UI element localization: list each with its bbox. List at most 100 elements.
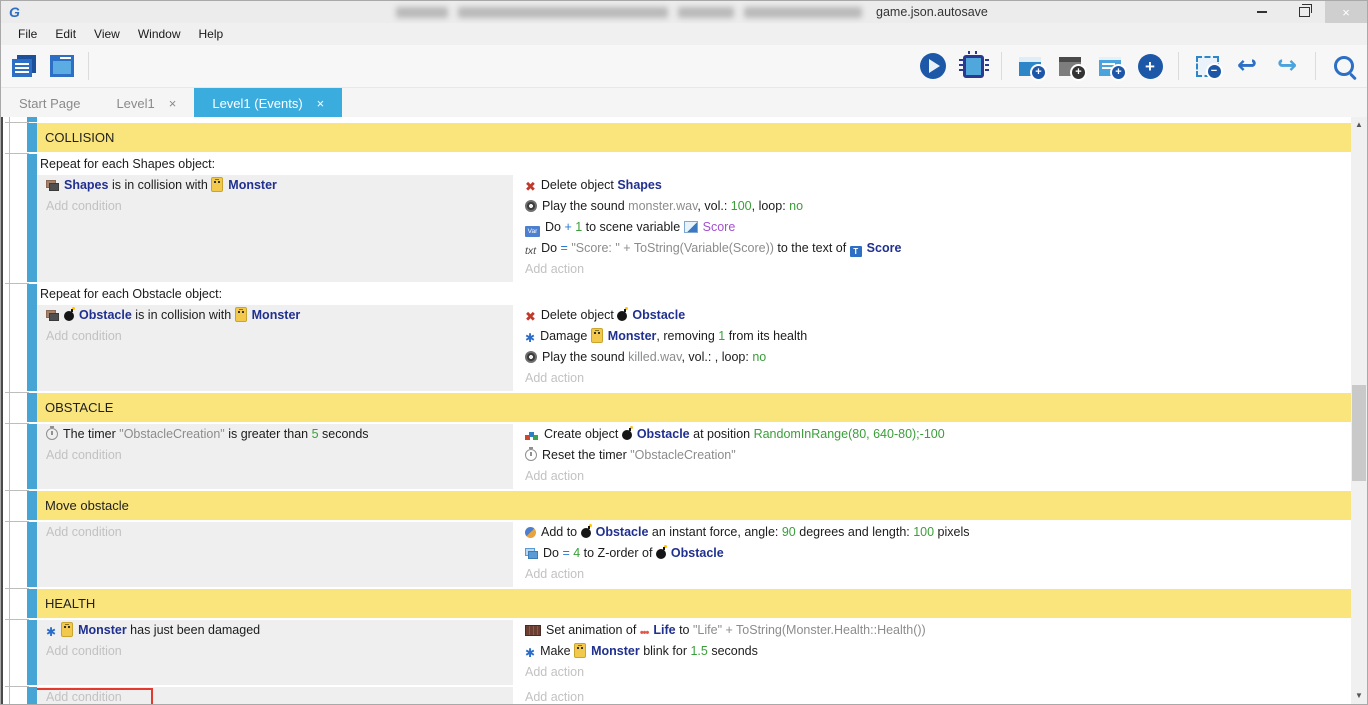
add-event-button[interactable]: + bbox=[1015, 51, 1045, 81]
action-line[interactable]: Delete object Shapes bbox=[519, 175, 1351, 196]
group-title: Move obstacle bbox=[37, 498, 129, 513]
blurred-path-segment bbox=[744, 7, 862, 18]
tab-level1[interactable]: Level1× bbox=[98, 88, 194, 118]
conditions-cell: The timer "ObstacleCreation" is greater … bbox=[37, 424, 513, 489]
condition-line[interactable]: Shapes is in collision with Monster bbox=[37, 175, 513, 196]
action-line[interactable]: Reset the timer "ObstacleCreation" bbox=[519, 445, 1351, 466]
action-line[interactable]: Add to Obstacle an instant force, angle:… bbox=[519, 522, 1351, 543]
tab-start-page[interactable]: Start Page bbox=[1, 88, 98, 118]
debug-button[interactable] bbox=[958, 51, 988, 81]
text-segment: Score bbox=[703, 220, 736, 234]
event-group-header[interactable]: COLLISION bbox=[37, 123, 1351, 152]
actions-cell: Add action bbox=[519, 687, 1351, 704]
text-segment: Shapes bbox=[617, 178, 661, 192]
close-icon: × bbox=[1342, 6, 1350, 19]
project-manager-button[interactable] bbox=[9, 51, 39, 81]
add-condition-button[interactable]: Add condition bbox=[37, 687, 513, 704]
text-segment: = bbox=[562, 546, 573, 560]
action-line[interactable]: Delete object Obstacle bbox=[519, 305, 1351, 326]
add-condition-button[interactable]: Add condition bbox=[37, 445, 513, 466]
menu-edit[interactable]: Edit bbox=[46, 24, 85, 44]
menu-view[interactable]: View bbox=[85, 24, 129, 44]
text-segment: blink for bbox=[640, 644, 691, 658]
text-segment: an instant force, angle: bbox=[648, 525, 781, 539]
title-bar: G game.json.autosave × bbox=[1, 1, 1367, 23]
add-more-button[interactable]: + bbox=[1135, 51, 1165, 81]
event-group-header[interactable]: Move obstacle bbox=[37, 491, 1351, 520]
action-line[interactable]: Damage Monster, removing 1 from its heal… bbox=[519, 326, 1351, 347]
group-title: COLLISION bbox=[37, 130, 114, 145]
action-line[interactable]: Do = "Score: " + ToString(Variable(Score… bbox=[519, 238, 1351, 259]
text-segment: Create object bbox=[544, 427, 622, 441]
text-segment: no bbox=[752, 350, 766, 364]
text-segment: 100 bbox=[913, 525, 934, 539]
action-line[interactable]: Do + 1 to scene variable Score bbox=[519, 217, 1351, 238]
preview-play-button[interactable] bbox=[918, 51, 948, 81]
text-segment: Delete object bbox=[541, 308, 617, 322]
tab-level1-events[interactable]: Level1 (Events) × bbox=[194, 88, 342, 118]
restore-button[interactable] bbox=[1283, 1, 1325, 23]
undo-button[interactable]: ↩ bbox=[1232, 51, 1262, 81]
menu-help[interactable]: Help bbox=[190, 24, 233, 44]
bomb-icon bbox=[581, 528, 591, 538]
delete-selection-button[interactable]: − bbox=[1192, 51, 1222, 81]
add-subevent-button[interactable]: + bbox=[1055, 51, 1085, 81]
action-line[interactable]: Create object Obstacle at position Rando… bbox=[519, 424, 1351, 445]
action-line[interactable]: Play the sound monster.wav, vol.: 100, l… bbox=[519, 196, 1351, 217]
text-segment: , vol.: bbox=[697, 199, 730, 213]
tab-close-icon[interactable]: × bbox=[169, 96, 177, 111]
actions-cell: Set animation of Life to "Life" + ToStri… bbox=[519, 620, 1351, 685]
text-segment: Reset the timer bbox=[542, 448, 630, 462]
app-window: G game.json.autosave × File Edit View Wi… bbox=[0, 0, 1368, 705]
text-segment: Do bbox=[541, 241, 560, 255]
add-action-button[interactable]: Add action bbox=[519, 368, 1351, 389]
action-line[interactable]: Make Monster blink for 1.5 seconds bbox=[519, 641, 1351, 662]
add-action-button[interactable]: Add action bbox=[519, 687, 1351, 704]
scene-window-button[interactable] bbox=[47, 51, 77, 81]
add-condition-button[interactable]: Add condition bbox=[37, 326, 513, 347]
text-segment: Delete object bbox=[541, 178, 617, 192]
timer-icon bbox=[46, 428, 58, 440]
group-title: HEALTH bbox=[37, 596, 95, 611]
add-circle-icon: + bbox=[1138, 54, 1163, 79]
condition-line[interactable]: The timer "ObstacleCreation" is greater … bbox=[37, 424, 513, 445]
add-condition-button[interactable]: Add condition bbox=[37, 196, 513, 217]
add-action-button[interactable]: Add action bbox=[519, 466, 1351, 487]
repeat-header[interactable]: Repeat for each Obstacle object: bbox=[37, 284, 1351, 305]
delete-icon bbox=[525, 176, 536, 196]
text-segment: "ObstacleCreation" bbox=[119, 427, 224, 441]
toolbar-separator bbox=[1315, 52, 1316, 80]
action-line[interactable]: Set animation of Life to "Life" + ToStri… bbox=[519, 620, 1351, 641]
blurred-path-segment bbox=[396, 7, 448, 18]
minimize-button[interactable] bbox=[1241, 1, 1283, 23]
event-row: The timer "ObstacleCreation" is greater … bbox=[37, 424, 1351, 489]
tab-close-icon[interactable]: × bbox=[317, 96, 325, 111]
vertical-scrollbar[interactable]: ▲ ▼ bbox=[1351, 117, 1367, 704]
action-line[interactable]: Play the sound killed.wav, vol.: , loop:… bbox=[519, 347, 1351, 368]
redo-button[interactable]: ↪ bbox=[1272, 51, 1302, 81]
scroll-down-arrow-icon[interactable]: ▼ bbox=[1351, 688, 1367, 704]
variable-icon bbox=[525, 226, 540, 237]
condition-line[interactable]: Obstacle is in collision with Monster bbox=[37, 305, 513, 326]
scrollbar-thumb[interactable] bbox=[1352, 385, 1366, 481]
event-group-header[interactable]: HEALTH bbox=[37, 589, 1351, 618]
add-action-button[interactable]: Add action bbox=[519, 564, 1351, 585]
menu-window[interactable]: Window bbox=[129, 24, 190, 44]
action-line[interactable]: Do = 4 to Z-order of Obstacle bbox=[519, 543, 1351, 564]
add-action-button[interactable]: Add action bbox=[519, 259, 1351, 280]
event-group-header[interactable]: OBSTACLE bbox=[37, 393, 1351, 422]
menu-file[interactable]: File bbox=[9, 24, 46, 44]
search-button[interactable] bbox=[1329, 51, 1359, 81]
add-action-button[interactable]: Add action bbox=[519, 662, 1351, 683]
add-comment-button[interactable]: + bbox=[1095, 51, 1125, 81]
restore-icon bbox=[1299, 7, 1310, 17]
add-condition-button[interactable]: Add condition bbox=[37, 522, 513, 543]
repeat-header[interactable]: Repeat for each Shapes object: bbox=[37, 154, 1351, 175]
scroll-up-arrow-icon[interactable]: ▲ bbox=[1351, 117, 1367, 133]
add-condition-button[interactable]: Add condition bbox=[37, 641, 513, 662]
close-button[interactable]: × bbox=[1325, 1, 1367, 23]
text-segment: is greater than bbox=[225, 427, 312, 441]
condition-line[interactable]: Monster has just been damaged bbox=[37, 620, 513, 641]
tab-label: Level1 (Events) bbox=[212, 96, 302, 111]
monster-icon bbox=[235, 307, 247, 322]
